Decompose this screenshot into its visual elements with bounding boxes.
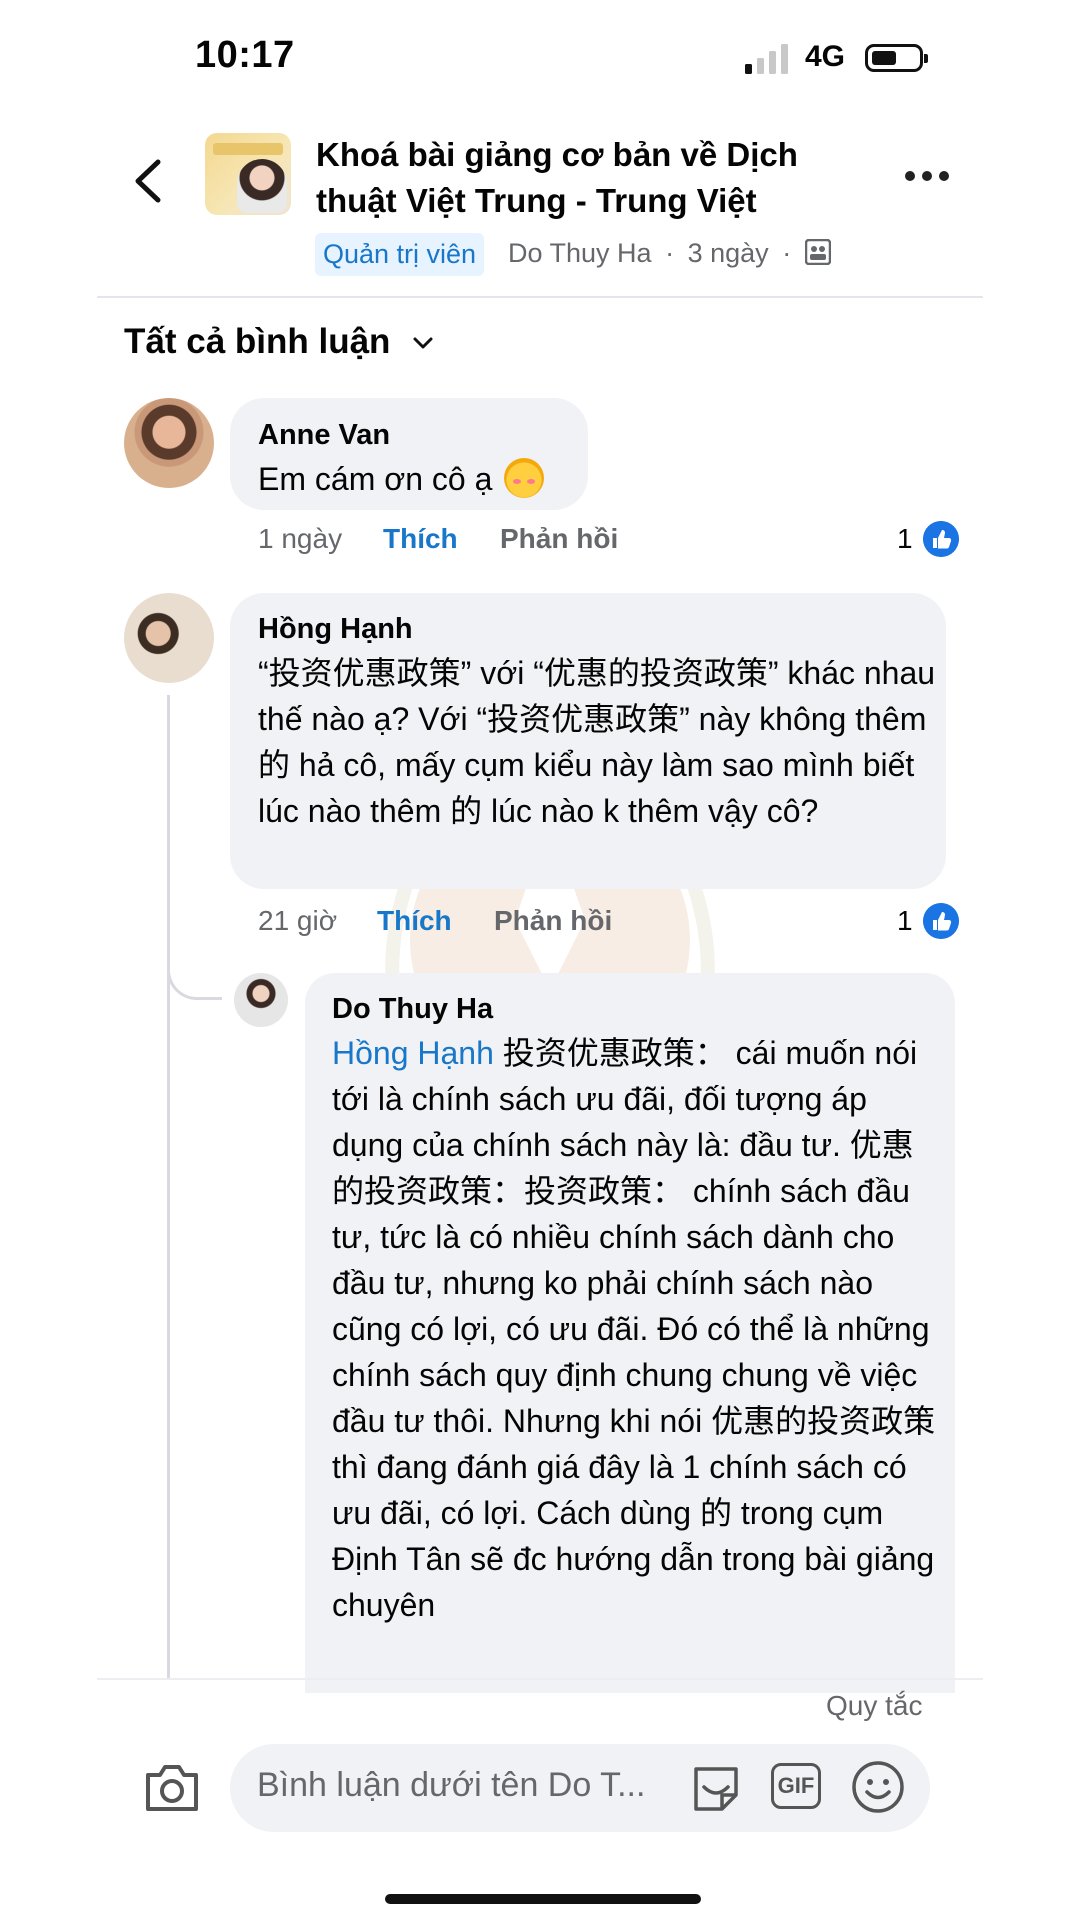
reaction-count[interactable]: 1 [897, 905, 913, 937]
battery-icon [865, 44, 928, 72]
post-age[interactable]: 3 ngày [688, 238, 769, 268]
thread-connector [167, 945, 222, 1000]
meta-separator-2: · [782, 238, 792, 268]
comment-timestamp: 1 ngày [258, 523, 343, 554]
sticker-icon[interactable] [688, 1761, 744, 1817]
like-button[interactable]: Thích [377, 905, 452, 937]
avatar[interactable] [234, 973, 288, 1027]
reaction-count[interactable]: 1 [897, 523, 913, 555]
emoji-icon[interactable] [851, 1760, 905, 1814]
avatar[interactable] [124, 398, 214, 488]
back-arrow-icon[interactable] [130, 158, 170, 204]
admin-badge: Quản trị viên [315, 233, 485, 276]
group-audience-icon [805, 239, 831, 265]
comment-text: “投资优惠政策” với “优惠的投资政策” khác nhau thế nào… [258, 655, 936, 829]
reply-button[interactable]: Phản hồi [494, 905, 612, 937]
smiling-face-with-hearts-emoji [504, 458, 545, 498]
reply-text: Hồng Hạnh 投资优惠政策： cái muốn nói tới là ch… [332, 1030, 942, 1628]
reply-button[interactable]: Phản hồi [500, 523, 618, 555]
rules-link[interactable]: Quy tắc [826, 1690, 922, 1722]
post-author[interactable]: Do Thuy Ha [508, 238, 652, 268]
post-meta: Do Thuy Ha · 3 ngày · [508, 238, 797, 269]
network-type: 4G [805, 40, 846, 73]
reply-author[interactable]: Do Thuy Ha [332, 993, 493, 1026]
header-divider [97, 296, 983, 298]
comment-text-content: Em cám ơn cô ạ [258, 461, 493, 497]
home-indicator [385, 1894, 701, 1904]
chevron-down-icon[interactable] [412, 335, 434, 351]
composer-divider [97, 1678, 983, 1680]
cellular-signal-icon [745, 44, 788, 74]
like-button[interactable]: Thích [383, 523, 458, 555]
meta-separator: · [665, 238, 675, 268]
thread-line [167, 695, 170, 1680]
thumbs-up-icon[interactable] [923, 521, 959, 557]
comment-input-placeholder[interactable]: Bình luận dưới tên Do T... [257, 1766, 645, 1805]
more-options-icon[interactable] [905, 171, 949, 183]
gif-button[interactable]: GIF [771, 1763, 821, 1809]
mention-link[interactable]: Hồng Hạnh [332, 1035, 494, 1071]
comment-author[interactable]: Hồng Hạnh [258, 613, 413, 646]
group-avatar[interactable] [205, 133, 291, 215]
comment-timestamp: 21 giờ [258, 905, 338, 936]
status-time: 10:17 [195, 34, 295, 76]
comment-text: Em cám ơn cô ạ [258, 456, 545, 502]
thumbs-up-icon[interactable] [923, 903, 959, 939]
group-title[interactable]: Khoá bài giảng cơ bản về Dịch thuật Việt… [316, 132, 876, 224]
camera-icon[interactable] [142, 1761, 202, 1813]
reply-text-content: 投资优惠政策： cái muốn nói tới là chính sách ư… [332, 1035, 936, 1623]
comment-filter[interactable]: Tất cả bình luận [124, 322, 390, 362]
avatar[interactable] [124, 593, 214, 683]
comment-author[interactable]: Anne Van [258, 419, 390, 452]
